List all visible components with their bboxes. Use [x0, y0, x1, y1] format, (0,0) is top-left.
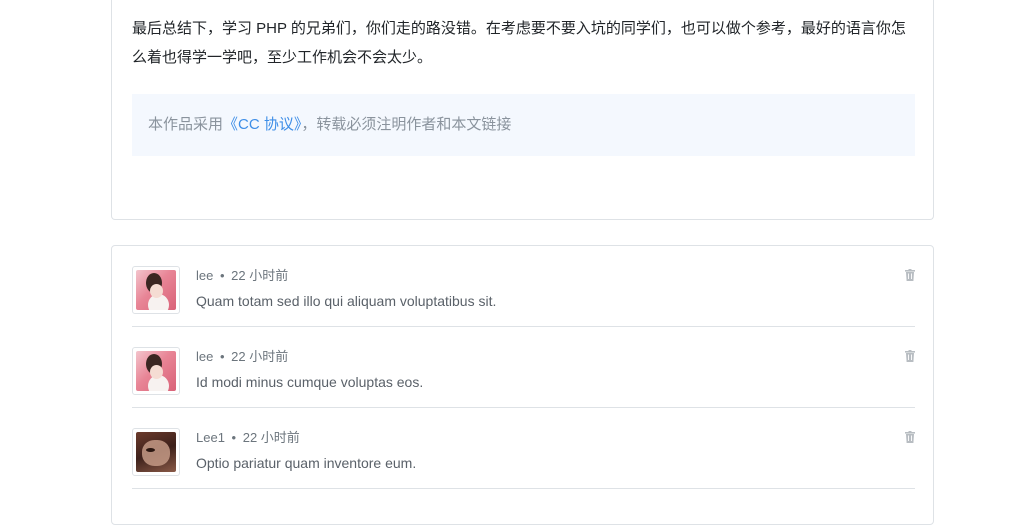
comment-item: lee • 22 小时前 Quam totam sed illo qui ali…	[132, 246, 915, 327]
comment-text: Optio pariatur quam inventore eum.	[196, 455, 417, 471]
user-avatar-icon	[136, 270, 176, 310]
article-card: 最后总结下，学习 PHP 的兄弟们，你们走的路没错。在考虑要不要入坑的同学们，也…	[111, 0, 934, 220]
comment-text: Id modi minus cumque voluptas eos.	[196, 374, 424, 390]
trash-icon[interactable]	[905, 269, 915, 281]
avatar[interactable]	[132, 347, 180, 395]
meta-separator: •	[219, 268, 225, 283]
avatar[interactable]	[132, 266, 180, 314]
article-paragraph: 最后总结下，学习 PHP 的兄弟们，你们走的路没错。在考虑要不要入坑的同学们，也…	[132, 20, 906, 66]
trash-icon[interactable]	[905, 431, 915, 443]
comment-author[interactable]: Lee1	[196, 430, 225, 445]
comment-item: Lee1 • 22 小时前 Optio pariatur quam invent…	[132, 408, 915, 489]
comment-meta: lee • 22 小时前	[196, 348, 288, 366]
user-avatar-icon	[136, 351, 176, 391]
user-avatar-icon	[136, 432, 176, 472]
comment-item: lee • 22 小时前 Id modi minus cumque volupt…	[132, 327, 915, 408]
comments-card: lee • 22 小时前 Quam totam sed illo qui ali…	[111, 245, 934, 525]
comment-meta: lee • 22 小时前	[196, 267, 288, 285]
license-suffix: ，转载必须注明作者和本文链接	[301, 116, 512, 133]
comment-author[interactable]: lee	[196, 268, 213, 283]
avatar[interactable]	[132, 428, 180, 476]
trash-icon[interactable]	[905, 350, 915, 362]
comment-time: 22 小时前	[242, 430, 300, 445]
comment-author[interactable]: lee	[196, 349, 213, 364]
comment-text: Quam totam sed illo qui aliquam voluptat…	[196, 293, 497, 309]
comment-meta: Lee1 • 22 小时前	[196, 429, 300, 447]
meta-separator: •	[219, 349, 225, 364]
comment-time: 22 小时前	[231, 349, 289, 364]
license-notice: 本作品采用《CC 协议》，转载必须注明作者和本文链接	[132, 94, 915, 156]
meta-separator: •	[231, 430, 237, 445]
cc-license-link[interactable]: 《CC 协议》	[223, 116, 301, 133]
comment-time: 22 小时前	[231, 268, 289, 283]
license-prefix: 本作品采用	[148, 116, 224, 133]
